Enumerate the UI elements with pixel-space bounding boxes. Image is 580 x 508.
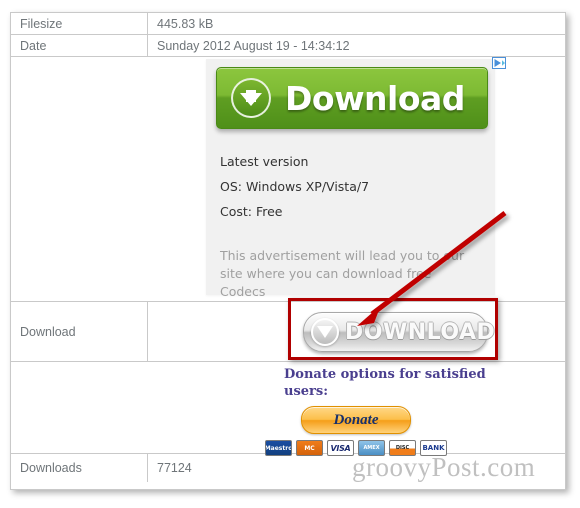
screenshot-canvas: Filesize 445.83 kB Date Sunday 2012 Augu… xyxy=(0,0,580,508)
donate-button[interactable]: Donate xyxy=(301,406,411,434)
date-label: Date xyxy=(11,35,148,56)
adchoices-icon[interactable] xyxy=(492,57,506,69)
donate-heading: Donate options for satisfied users: xyxy=(284,367,486,399)
download-label: Download xyxy=(11,302,148,361)
advertisement-panel[interactable]: Download Latest version OS: Windows XP/V… xyxy=(206,57,506,299)
download-arrow-icon xyxy=(231,78,271,118)
filesize-value: 445.83 kB xyxy=(157,16,214,31)
download-button-label: DOWNLOAD xyxy=(345,319,496,345)
ad-line-cost: Cost: Free xyxy=(220,204,283,219)
table-row: Date Sunday 2012 August 19 - 14:34:12 xyxy=(11,35,565,57)
donate-row: Donate options for satisfied users: Dona… xyxy=(11,362,565,456)
watermark: groovyPost.com xyxy=(352,452,536,482)
download-cell: DOWNLOAD xyxy=(148,298,565,361)
table-row: Filesize 445.83 kB xyxy=(11,13,565,35)
filesize-label: Filesize xyxy=(11,13,148,34)
download-button[interactable]: DOWNLOAD xyxy=(303,312,495,352)
ad-download-label: Download xyxy=(285,78,465,118)
ad-download-button[interactable]: Download xyxy=(216,67,488,129)
date-value: Sunday 2012 August 19 - 14:34:12 xyxy=(157,38,350,53)
ad-line-os: OS: Windows XP/Vista/7 xyxy=(220,179,370,194)
donate-panel: Donate options for satisfied users: Dona… xyxy=(206,366,506,456)
downloads-label: Downloads xyxy=(11,454,148,482)
download-triangle-icon xyxy=(311,318,339,346)
advertisement-row: Download Latest version OS: Windows XP/V… xyxy=(11,57,565,302)
ad-line-version: Latest version xyxy=(220,154,309,169)
file-info-table: Filesize 445.83 kB Date Sunday 2012 Augu… xyxy=(10,12,566,490)
download-row: Download DOWNLOAD xyxy=(11,298,565,362)
ad-disclaimer-text: This advertisement will lead you to our … xyxy=(220,248,465,299)
